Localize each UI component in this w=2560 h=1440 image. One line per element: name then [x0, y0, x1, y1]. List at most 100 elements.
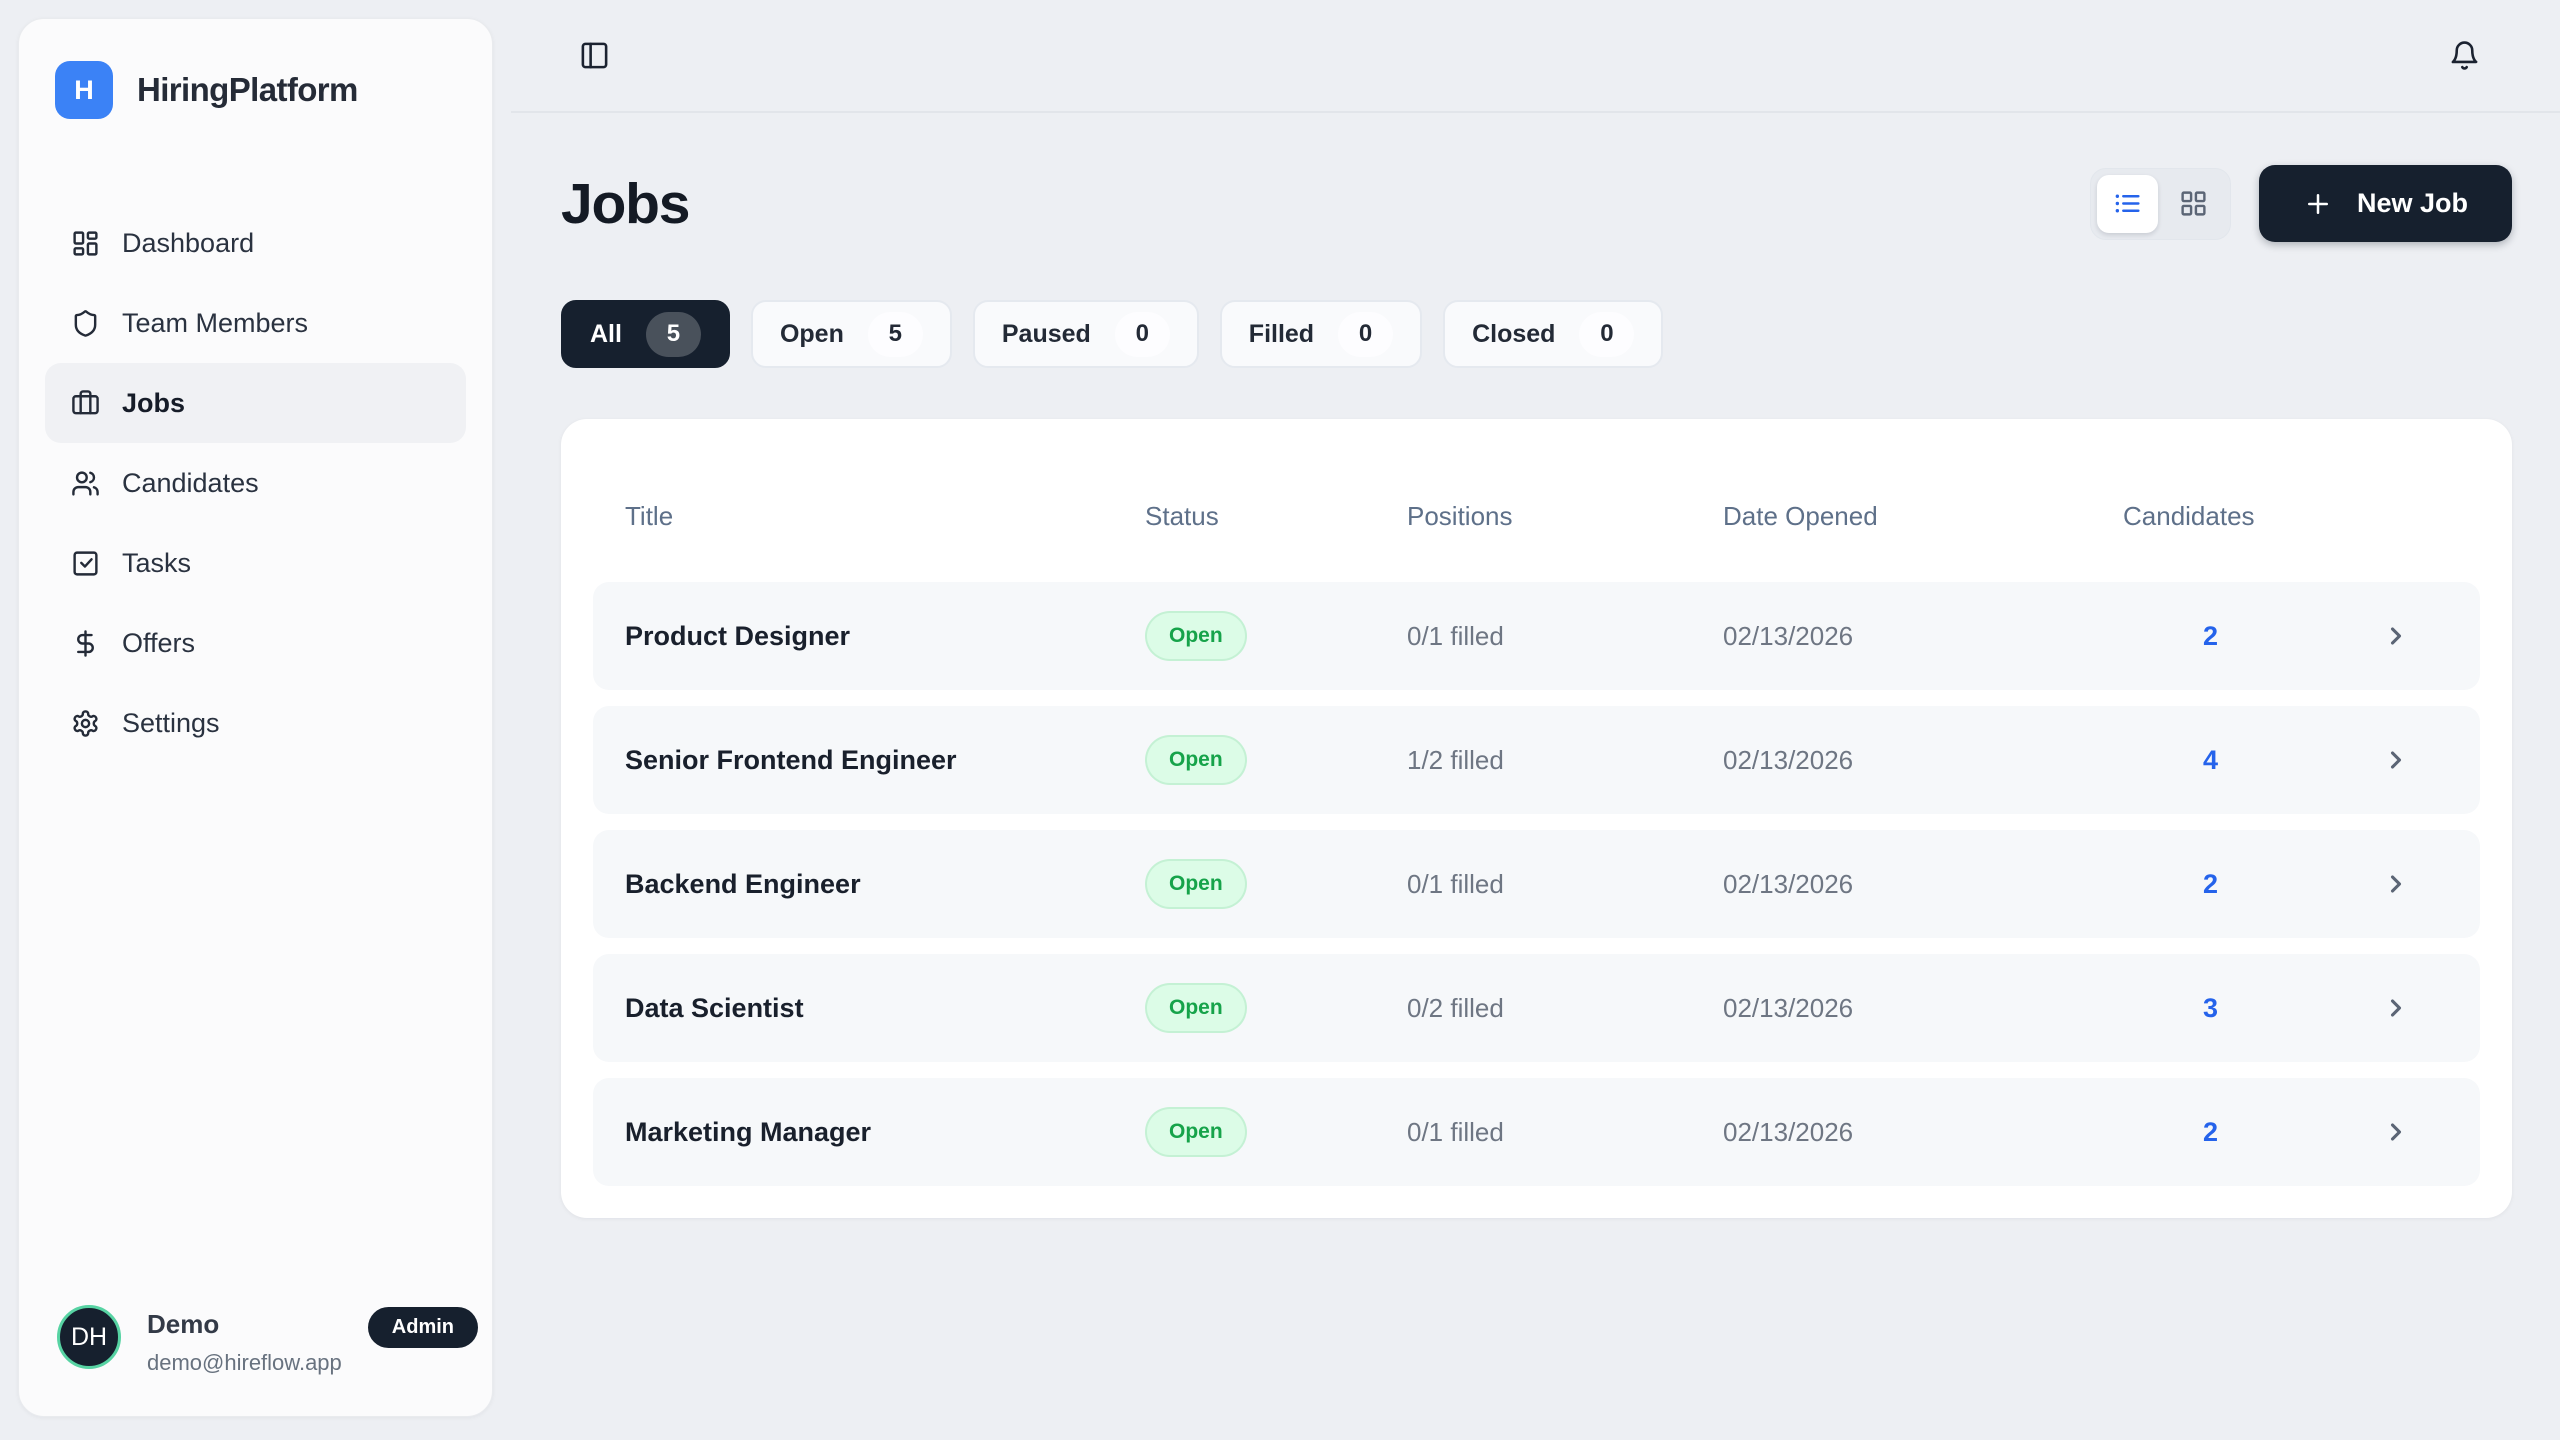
candidates-count[interactable]: 4 [2123, 745, 2298, 776]
sidebar-item-label: Jobs [122, 388, 185, 419]
sidebar-item-dashboard[interactable]: Dashboard [45, 203, 466, 283]
table-header: TitleStatusPositionsDate OpenedCandidate… [593, 451, 2480, 582]
sidebar-item-label: Offers [122, 628, 195, 659]
sidebar-item-label: Tasks [122, 548, 191, 579]
candidates-count[interactable]: 3 [2123, 993, 2298, 1024]
job-title: Data Scientist [625, 993, 1145, 1024]
date-opened-cell: 02/13/2026 [1723, 745, 2123, 776]
sidebar-item-label: Settings [122, 708, 220, 739]
filter-tab-filled[interactable]: Filled 0 [1220, 300, 1422, 368]
table-row[interactable]: Backend Engineer Open 0/1 filled 02/13/2… [593, 830, 2480, 938]
column-header: Date Opened [1723, 501, 2123, 532]
status-cell: Open [1145, 859, 1407, 909]
user-email: demo@hireflow.app [147, 1350, 342, 1376]
sidebar-item-tasks[interactable]: Tasks [45, 523, 466, 603]
job-title: Backend Engineer [625, 869, 1145, 900]
column-header: Candidates [2123, 501, 2298, 532]
sidebar-item-label: Team Members [122, 308, 308, 339]
job-title: Marketing Manager [625, 1117, 1145, 1148]
page-header: Jobs New Job [561, 165, 2512, 242]
main-area: Jobs New Job All [511, 0, 2560, 1440]
row-chevron[interactable] [2382, 746, 2448, 774]
row-chevron[interactable] [2382, 1118, 2448, 1146]
filter-label: Paused [1002, 320, 1091, 349]
filter-label: All [590, 320, 622, 349]
app-logo-row: H HiringPlatform [45, 45, 466, 119]
positions-cell: 0/1 filled [1407, 621, 1723, 652]
filter-tab-all[interactable]: All 5 [561, 300, 730, 368]
date-opened-cell: 02/13/2026 [1723, 1117, 2123, 1148]
table-row[interactable]: Senior Frontend Engineer Open 1/2 filled… [593, 706, 2480, 814]
candidates-count[interactable]: 2 [2123, 1117, 2298, 1148]
panel-left-icon [579, 40, 610, 71]
filter-label: Filled [1249, 320, 1314, 349]
row-chevron[interactable] [2382, 870, 2448, 898]
candidates-count[interactable]: 2 [2123, 869, 2298, 900]
jobs-table: TitleStatusPositionsDate OpenedCandidate… [561, 419, 2512, 1218]
nav-icon [71, 469, 100, 498]
nav-icon [71, 629, 100, 658]
user-profile[interactable]: DH Demo demo@hireflow.app Admin [45, 1295, 466, 1390]
new-job-button[interactable]: New Job [2259, 165, 2512, 242]
chevron-right-icon [2382, 622, 2410, 650]
sidebar-item-team-members[interactable]: Team Members [45, 283, 466, 363]
nav-icon [71, 549, 100, 578]
filter-count-badge: 5 [646, 312, 701, 357]
job-title: Senior Frontend Engineer [625, 745, 1145, 776]
filter-tab-paused[interactable]: Paused 0 [973, 300, 1199, 368]
status-cell: Open [1145, 983, 1407, 1033]
positions-cell: 1/2 filled [1407, 745, 1723, 776]
view-toggle [2090, 168, 2231, 240]
table-row[interactable]: Product Designer Open 0/1 filled 02/13/2… [593, 582, 2480, 690]
sidebar-toggle-button[interactable] [573, 34, 616, 77]
sidebar-item-label: Candidates [122, 468, 259, 499]
filter-count-badge: 5 [868, 312, 923, 357]
filter-tabs: All 5 Open 5 Paused 0 Filled 0 Closed 0 [561, 300, 2512, 368]
table-body: Product Designer Open 0/1 filled 02/13/2… [593, 582, 2480, 1186]
header-controls: New Job [2090, 165, 2512, 242]
topbar [511, 0, 2560, 113]
row-chevron[interactable] [2382, 622, 2448, 650]
grid-view-button[interactable] [2163, 175, 2224, 233]
sidebar-item-label: Dashboard [122, 228, 254, 259]
column-header: Title [625, 501, 1145, 532]
positions-cell: 0/1 filled [1407, 1117, 1723, 1148]
sidebar-item-offers[interactable]: Offers [45, 603, 466, 683]
table-row[interactable]: Marketing Manager Open 0/1 filled 02/13/… [593, 1078, 2480, 1186]
filter-label: Open [780, 320, 844, 349]
job-title: Product Designer [625, 621, 1145, 652]
status-badge: Open [1145, 983, 1247, 1033]
notifications-button[interactable] [2443, 34, 2486, 77]
filter-tab-open[interactable]: Open 5 [751, 300, 952, 368]
user-info: Demo demo@hireflow.app [147, 1305, 342, 1376]
sidebar-item-jobs[interactable]: Jobs [45, 363, 466, 443]
sidebar-nav: Dashboard Team Members Jobs Candidates T… [45, 203, 466, 763]
date-opened-cell: 02/13/2026 [1723, 621, 2123, 652]
status-cell: Open [1145, 1107, 1407, 1157]
date-opened-cell: 02/13/2026 [1723, 869, 2123, 900]
plus-icon [2303, 189, 2333, 219]
sidebar-item-candidates[interactable]: Candidates [45, 443, 466, 523]
filter-count-badge: 0 [1579, 312, 1634, 357]
chevron-right-icon [2382, 994, 2410, 1022]
sidebar: H HiringPlatform Dashboard Team Members … [18, 18, 493, 1417]
date-opened-cell: 02/13/2026 [1723, 993, 2123, 1024]
row-chevron[interactable] [2382, 994, 2448, 1022]
table-row[interactable]: Data Scientist Open 0/2 filled 02/13/202… [593, 954, 2480, 1062]
filter-count-badge: 0 [1338, 312, 1393, 357]
filter-count-badge: 0 [1115, 312, 1170, 357]
chevron-right-icon [2382, 746, 2410, 774]
candidates-count[interactable]: 2 [2123, 621, 2298, 652]
nav-icon [71, 229, 100, 258]
grid-view-icon [2179, 189, 2208, 218]
bell-icon [2449, 40, 2480, 71]
list-view-button[interactable] [2097, 175, 2158, 233]
filter-tab-closed[interactable]: Closed 0 [1443, 300, 1663, 368]
positions-cell: 0/2 filled [1407, 993, 1723, 1024]
status-badge: Open [1145, 859, 1247, 909]
list-view-icon [2113, 189, 2142, 218]
nav-icon [71, 389, 100, 418]
status-badge: Open [1145, 1107, 1247, 1157]
user-name: Demo [147, 1309, 342, 1340]
sidebar-item-settings[interactable]: Settings [45, 683, 466, 763]
